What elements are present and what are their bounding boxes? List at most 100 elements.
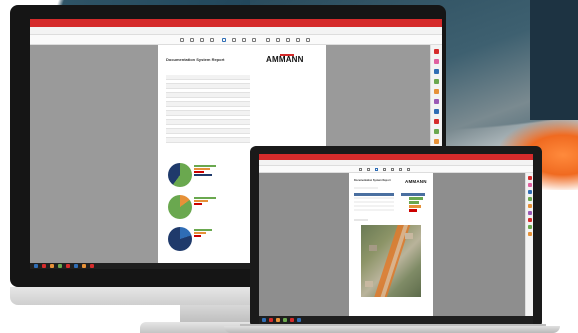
marketing-scene: Documentation System Report AMMANN Docum… <box>0 0 578 333</box>
tool-icon[interactable] <box>434 129 439 134</box>
toolbar-icon[interactable] <box>232 38 236 42</box>
legend-bar <box>194 197 216 200</box>
toolbar-icon[interactable] <box>375 168 378 171</box>
site-map <box>361 225 421 297</box>
toolbar-icon[interactable] <box>359 168 362 171</box>
toolbar-icon[interactable] <box>200 38 204 42</box>
legend-bar <box>194 231 206 235</box>
map-building <box>369 245 377 251</box>
toolbar-icon[interactable] <box>252 38 256 42</box>
tool-icon[interactable] <box>434 99 439 104</box>
laptop-pdf-page: Documentation System Report AMMANN <box>349 173 433 316</box>
laptop-section-header <box>354 187 378 189</box>
toolbar-icon[interactable] <box>407 168 410 171</box>
taskbar-app-icon[interactable] <box>82 264 86 268</box>
taskbar-app-icon[interactable] <box>297 318 301 322</box>
laptop-bar <box>409 201 419 204</box>
laptop-bar <box>409 209 417 212</box>
table-row <box>166 138 250 143</box>
laptop-taskbar <box>259 316 533 324</box>
taskbar-app-icon[interactable] <box>290 318 294 322</box>
legend-bar <box>194 170 204 174</box>
tool-icon[interactable] <box>528 197 532 201</box>
laptop-bar-header <box>401 193 425 196</box>
laptop-ammann-logo: AMMANN <box>405 179 427 184</box>
monitor-pdf-toolbar <box>30 35 442 45</box>
toolbar-icon[interactable] <box>391 168 394 171</box>
tool-icon[interactable] <box>434 59 439 64</box>
map-building <box>365 281 373 287</box>
info-table <box>166 75 250 143</box>
tool-icon[interactable] <box>434 49 439 54</box>
report-title: Documentation System Report <box>166 57 225 62</box>
laptop-table <box>354 197 394 213</box>
chart-legend <box>194 165 216 177</box>
ammann-logo: AMMANN <box>266 55 304 64</box>
toolbar-icon[interactable] <box>266 38 270 42</box>
toolbar-icon[interactable] <box>190 38 194 42</box>
toolbar-icon[interactable] <box>306 38 310 42</box>
start-icon[interactable] <box>34 264 38 268</box>
taskbar-app-icon[interactable] <box>42 264 46 268</box>
toolbar-icon[interactable] <box>286 38 290 42</box>
tool-icon[interactable] <box>528 211 532 215</box>
pie-chart <box>168 195 192 219</box>
taskbar-app-icon[interactable] <box>66 264 70 268</box>
monitor-tab-bar <box>30 27 442 35</box>
legend-bar <box>194 167 210 171</box>
tool-icon[interactable] <box>434 119 439 124</box>
toolbar-icon[interactable] <box>367 168 370 171</box>
chart-legend <box>194 229 216 238</box>
taskbar-app-icon[interactable] <box>74 264 78 268</box>
toolbar-icon[interactable] <box>180 38 184 42</box>
laptop-base <box>224 326 560 333</box>
legend-bar <box>194 173 212 177</box>
map-building <box>405 233 413 239</box>
background-dark-panel <box>530 0 578 120</box>
laptop-report-title: Documentation System Report <box>354 179 391 182</box>
legend-bar <box>194 234 201 238</box>
laptop-screen: Documentation System Report AMMANN <box>259 154 533 324</box>
pie-chart <box>168 227 192 251</box>
tool-icon[interactable] <box>528 232 532 236</box>
chart-legend <box>194 197 216 206</box>
tool-icon[interactable] <box>528 176 532 180</box>
logo-accent-bar <box>280 54 294 56</box>
taskbar-app-icon[interactable] <box>50 264 54 268</box>
start-icon[interactable] <box>262 318 266 322</box>
tool-icon[interactable] <box>434 69 439 74</box>
toolbar-icon[interactable] <box>399 168 402 171</box>
legend-bar <box>194 229 212 232</box>
taskbar-app-icon[interactable] <box>58 264 62 268</box>
legend-bar <box>194 165 216 168</box>
laptop-bar <box>409 197 423 200</box>
tool-icon[interactable] <box>434 109 439 114</box>
laptop-tools-sidebar <box>525 173 533 316</box>
taskbar-app-icon[interactable] <box>276 318 280 322</box>
toolbar-icon[interactable] <box>222 38 226 42</box>
toolbar-icon[interactable] <box>276 38 280 42</box>
tool-icon[interactable] <box>528 218 532 222</box>
toolbar-icon[interactable] <box>210 38 214 42</box>
tool-icon[interactable] <box>434 79 439 84</box>
tool-icon[interactable] <box>528 190 532 194</box>
taskbar-app-icon[interactable] <box>283 318 287 322</box>
toolbar-icon[interactable] <box>383 168 386 171</box>
taskbar-app-icon[interactable] <box>269 318 273 322</box>
laptop-bar <box>409 205 421 208</box>
toolbar-icon[interactable] <box>296 38 300 42</box>
left-gray-area <box>30 45 158 263</box>
tool-icon[interactable] <box>434 89 439 94</box>
laptop-map-caption <box>354 219 368 221</box>
tool-icon[interactable] <box>434 139 439 144</box>
laptop: Documentation System Report AMMANN <box>250 146 542 328</box>
toolbar-icon[interactable] <box>242 38 246 42</box>
tool-icon[interactable] <box>528 183 532 187</box>
laptop-table-header <box>354 193 394 196</box>
tool-icon[interactable] <box>528 225 532 229</box>
legend-bar <box>194 202 202 206</box>
laptop-pdf-toolbar <box>259 166 533 173</box>
taskbar-app-icon[interactable] <box>90 264 94 268</box>
tool-icon[interactable] <box>528 204 532 208</box>
pie-chart <box>168 163 192 187</box>
